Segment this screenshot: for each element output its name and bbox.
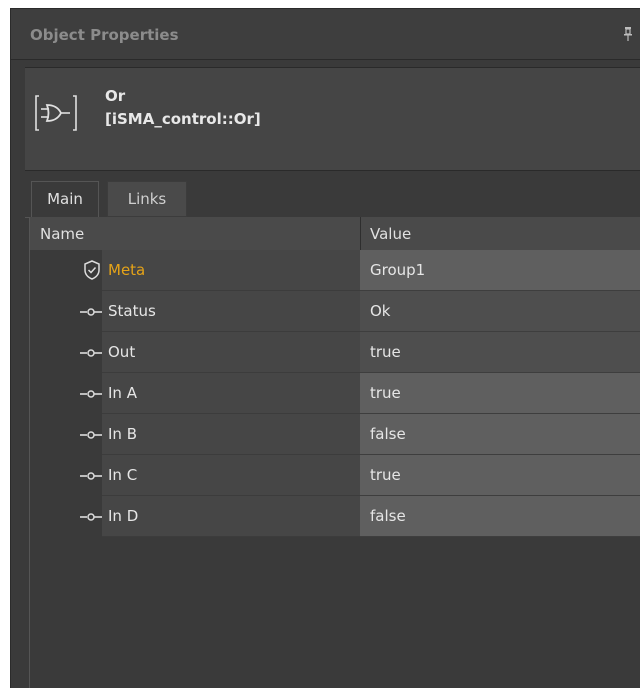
shield-check-icon <box>84 260 100 280</box>
property-name: In A <box>102 373 360 414</box>
tab-main[interactable]: Main <box>31 181 99 217</box>
object-properties-panel: Object Properties Or [iSMA_control::Or] … <box>10 8 640 688</box>
property-name: Status <box>102 291 360 332</box>
property-value[interactable]: Group1 <box>360 250 640 291</box>
column-divider[interactable] <box>360 217 361 250</box>
tab-bar: Main Links <box>25 171 640 218</box>
property-value[interactable]: true <box>360 332 640 373</box>
slot-icon <box>80 431 102 439</box>
slot-icon <box>80 390 102 398</box>
column-header-name[interactable]: Name <box>40 225 84 243</box>
row-icon-cell <box>30 250 102 291</box>
property-name: In B <box>102 414 360 455</box>
column-header-value[interactable]: Value <box>370 225 411 243</box>
property-name: In C <box>102 455 360 496</box>
object-name: Or <box>105 87 126 105</box>
property-name: Out <box>102 332 360 373</box>
row-icon-cell <box>30 332 102 373</box>
property-row-in-d[interactable]: In D false <box>30 496 640 537</box>
property-row-in-c[interactable]: In C true <box>30 455 640 496</box>
row-icon-cell <box>30 291 102 332</box>
property-value[interactable]: false <box>360 496 640 537</box>
slot-icon <box>80 472 102 480</box>
property-value[interactable]: true <box>360 455 640 496</box>
pin-icon[interactable] <box>623 27 633 41</box>
object-type: [iSMA_control::Or] <box>105 110 261 128</box>
property-value[interactable]: false <box>360 414 640 455</box>
property-row-in-a[interactable]: In A true <box>30 373 640 414</box>
row-icon-cell <box>30 373 102 414</box>
panel-header: Object Properties <box>11 9 640 60</box>
property-name: In D <box>102 496 360 537</box>
slot-icon <box>80 308 102 316</box>
slot-icon <box>80 513 102 521</box>
property-value[interactable]: Ok <box>360 291 640 332</box>
property-value[interactable]: true <box>360 373 640 414</box>
properties-grid: Name Value Meta Group1 Status Ok Out tru… <box>29 217 640 688</box>
object-header: Or [iSMA_control::Or] <box>25 67 640 171</box>
or-gate-icon <box>35 95 77 131</box>
row-icon-cell <box>30 496 102 537</box>
property-row-out[interactable]: Out true <box>30 332 640 373</box>
slot-icon <box>80 349 102 357</box>
grid-header: Name Value <box>30 217 640 251</box>
property-row-in-b[interactable]: In B false <box>30 414 640 455</box>
property-name: Meta <box>102 250 360 291</box>
row-icon-cell <box>30 414 102 455</box>
panel-title: Object Properties <box>30 26 179 44</box>
row-icon-cell <box>30 455 102 496</box>
tab-links[interactable]: Links <box>107 181 187 217</box>
property-row-status[interactable]: Status Ok <box>30 291 640 332</box>
property-row-meta[interactable]: Meta Group1 <box>30 250 640 291</box>
